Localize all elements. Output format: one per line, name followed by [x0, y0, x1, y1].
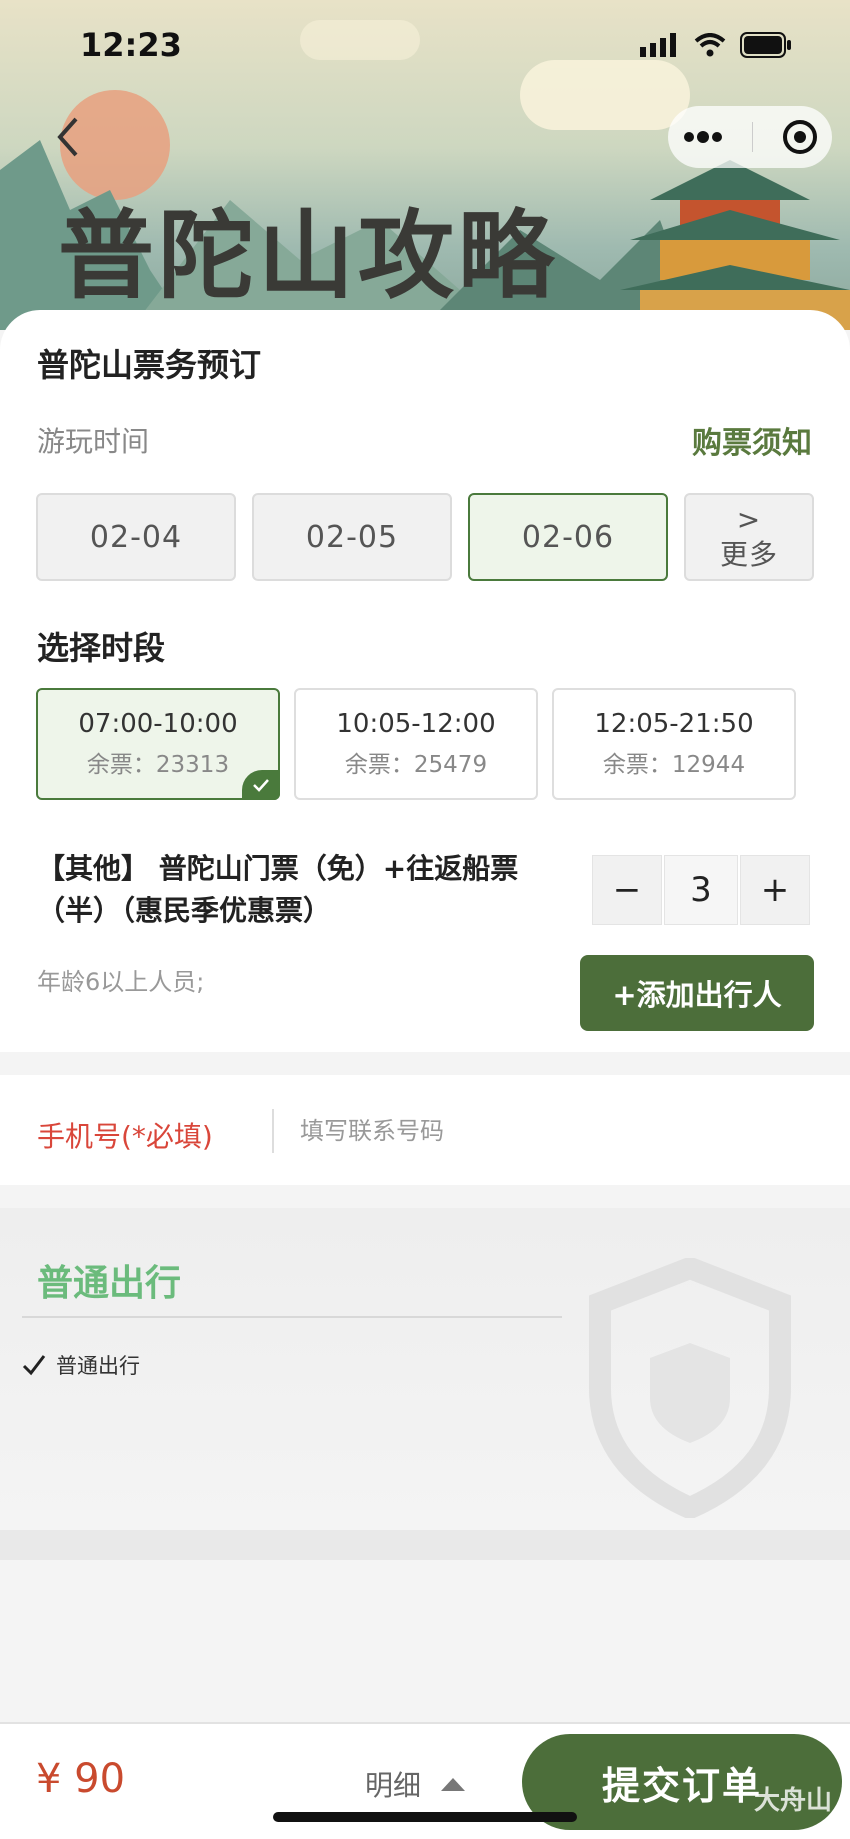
- date-option-0205[interactable]: 02-05: [252, 493, 452, 581]
- travel-option[interactable]: 普通出行: [22, 1350, 140, 1380]
- close-target-icon[interactable]: [782, 119, 818, 155]
- time-slot-option[interactable]: 12:05-21:50 余票：12944: [552, 688, 796, 800]
- detail-label: 明细: [365, 1769, 422, 1802]
- time-slot-option[interactable]: 10:05-12:00 余票：25479: [294, 688, 538, 800]
- phone-input[interactable]: [300, 1109, 800, 1153]
- wifi-icon: [694, 33, 726, 57]
- date-label: 02-05: [305, 519, 399, 555]
- pagoda-decoration: [620, 160, 850, 330]
- cloud-decoration: [300, 20, 420, 60]
- age-note: 年龄6以上人员;: [37, 968, 205, 996]
- increase-button[interactable]: +: [740, 855, 810, 925]
- selected-check-icon: [242, 770, 280, 800]
- signal-icon: [640, 33, 676, 57]
- slot-remaining: 余票：12944: [602, 752, 746, 778]
- slot-remaining: 余票：25479: [344, 752, 488, 778]
- date-label: 02-06: [521, 519, 615, 555]
- time-slot-option[interactable]: 07:00-10:00 余票：23313: [36, 688, 280, 800]
- section-separator: [0, 1530, 850, 1560]
- date-label: 02-04: [89, 519, 183, 555]
- more-dots-icon[interactable]: [683, 130, 723, 144]
- card-title: 普陀山票务预订: [37, 346, 262, 384]
- detail-toggle[interactable]: 明细: [365, 1764, 467, 1804]
- ticket-name: 【其他】 普陀山门票（免）+往返船票（半）（惠民季优惠票）: [37, 852, 519, 927]
- divider: [272, 1109, 274, 1153]
- triangle-up-icon: [441, 1778, 466, 1791]
- phone-row: 手机号(*必填): [0, 1075, 850, 1185]
- more-dates-button[interactable]: > 更多: [684, 493, 814, 581]
- cloud-decoration: [520, 60, 690, 130]
- slot-time: 07:00-10:00: [78, 709, 238, 739]
- home-indicator: [273, 1812, 577, 1822]
- phone-label: 手机号(*必填): [37, 1120, 213, 1153]
- date-option-0206[interactable]: 02-06: [468, 493, 668, 581]
- mini-program-capsule: [668, 106, 832, 168]
- quantity-value[interactable]: 3: [664, 855, 738, 925]
- add-traveler-button[interactable]: +添加出行人: [580, 955, 814, 1031]
- shield-icon: [589, 1258, 791, 1518]
- slot-section-label: 选择时段: [37, 629, 166, 667]
- status-time: 12:23: [80, 26, 182, 64]
- status-icons: [640, 32, 792, 58]
- slot-time: 10:05-12:00: [336, 709, 496, 739]
- chevron-right-icon: >: [736, 503, 762, 536]
- chevron-left-icon: [57, 117, 78, 157]
- slot-time: 12:05-21:50: [594, 709, 754, 739]
- total-price: ¥ 90: [36, 1756, 126, 1802]
- capsule-divider: [751, 122, 753, 152]
- booking-card: 普陀山票务预订 游玩时间 购票须知 02-04 02-05 02-06 > 更多…: [0, 310, 850, 1052]
- decrease-button[interactable]: −: [592, 855, 662, 925]
- quantity-stepper: − 3 +: [592, 855, 810, 925]
- banner-title: 普陀山攻略: [58, 199, 558, 312]
- slot-remaining: 余票：23313: [86, 752, 230, 778]
- purchase-notice-link[interactable]: 购票须知: [692, 418, 812, 462]
- travel-option-label: 普通出行: [56, 1354, 140, 1378]
- travel-title: 普通出行: [37, 1263, 182, 1304]
- back-button[interactable]: [48, 115, 88, 159]
- watermark-logo: 大舟山: [753, 1786, 832, 1816]
- travel-insurance-section: 普通出行 普通出行: [0, 1208, 850, 1530]
- divider: [22, 1316, 562, 1318]
- more-dates-label: 更多: [719, 538, 778, 571]
- date-option-0204[interactable]: 02-04: [36, 493, 236, 581]
- play-time-label: 游玩时间: [37, 425, 150, 458]
- battery-icon: [740, 32, 791, 58]
- check-icon: [22, 1355, 46, 1376]
